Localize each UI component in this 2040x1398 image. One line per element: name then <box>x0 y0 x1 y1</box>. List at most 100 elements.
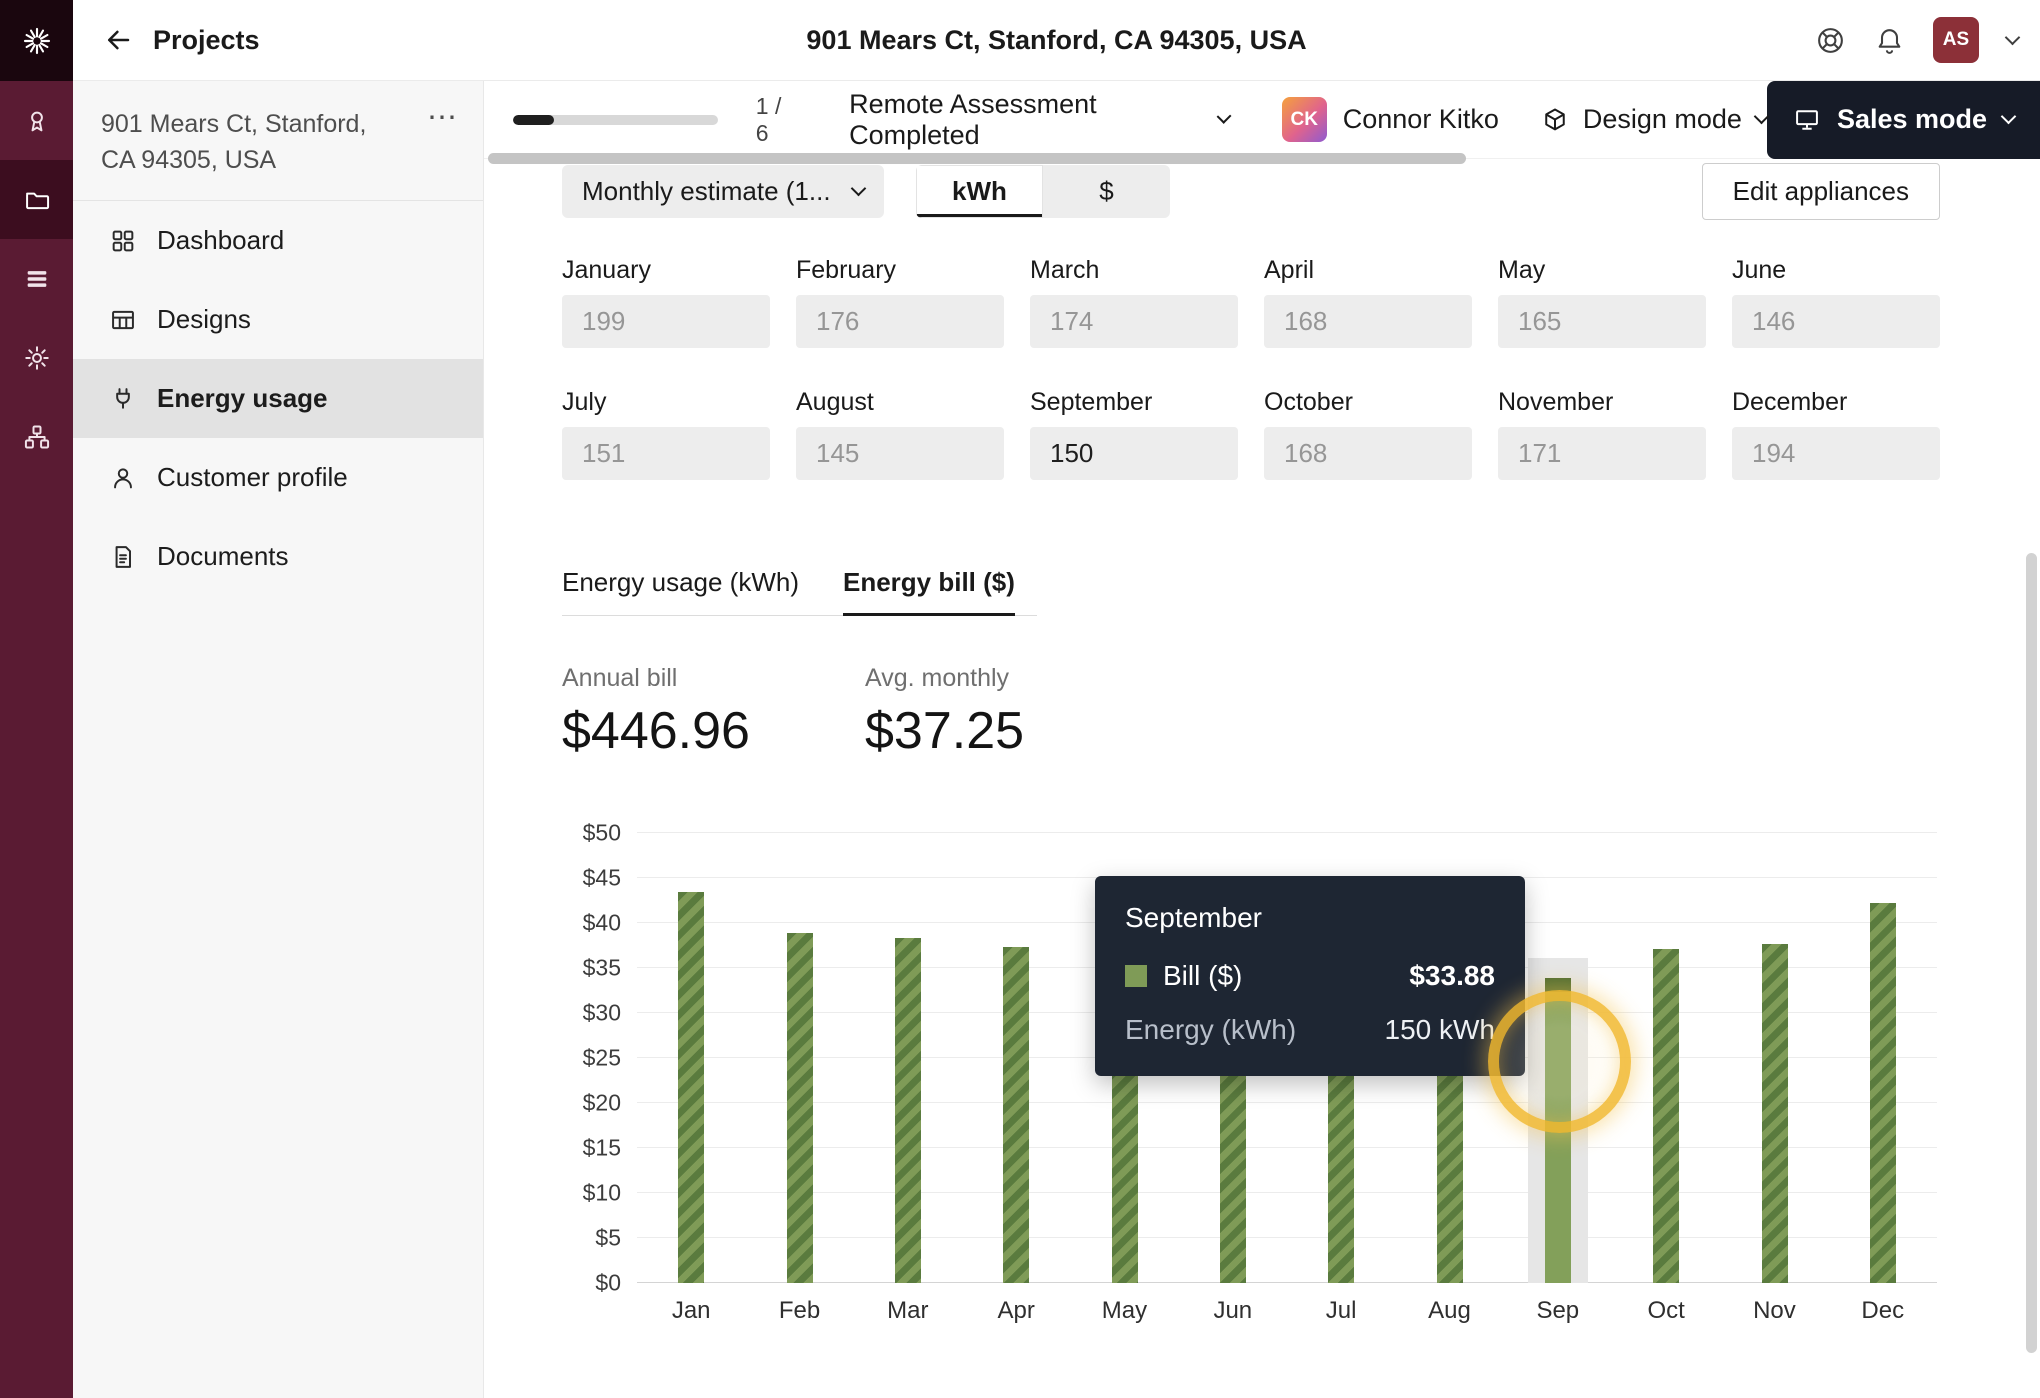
month-input-april[interactable]: 168 <box>1264 295 1472 348</box>
sidebar-item-energy-usage[interactable]: Energy usage <box>73 359 483 438</box>
month-cell: September 150 <box>1030 388 1238 480</box>
sidebar-item-label: Designs <box>157 304 251 335</box>
chevron-down-icon[interactable] <box>2005 29 2021 45</box>
month-label: August <box>796 388 1004 417</box>
user-avatar[interactable]: AS <box>1933 17 1979 63</box>
tooltip-month: September <box>1125 902 1495 934</box>
unit-toggle-dollar[interactable]: $ <box>1043 165 1170 218</box>
y-axis-label: $10 <box>546 1180 621 1207</box>
x-axis-label: May <box>1070 1297 1178 1325</box>
month-label: May <box>1498 256 1706 285</box>
bar-mar[interactable] <box>895 938 921 1283</box>
month-cell: May 165 <box>1498 256 1706 348</box>
x-axis-label: Feb <box>745 1297 853 1325</box>
y-axis-label: $45 <box>546 865 621 892</box>
logo-icon[interactable] <box>0 0 73 81</box>
x-axis-label: Jan <box>637 1297 745 1325</box>
design-mode-selector[interactable]: Design mode <box>1541 104 1767 135</box>
tab-energy-bill[interactable]: Energy bill ($) <box>843 567 1015 615</box>
x-axis-label: Aug <box>1395 1297 1503 1325</box>
month-input-october[interactable]: 168 <box>1264 427 1472 480</box>
list-icon[interactable] <box>0 239 73 318</box>
month-label: June <box>1732 256 1940 285</box>
bar-jan[interactable] <box>678 892 704 1283</box>
sidebar-item-customer-profile[interactable]: Customer profile <box>73 438 483 517</box>
month-label: September <box>1030 388 1238 417</box>
y-axis-label: $30 <box>546 1000 621 1027</box>
month-label: January <box>562 256 770 285</box>
bar-feb[interactable] <box>787 933 813 1283</box>
bar-oct[interactable] <box>1653 949 1679 1283</box>
x-axis-label: Mar <box>854 1297 962 1325</box>
assessment-header: 1 / 6 Remote Assessment Completed CK Con… <box>484 81 2040 159</box>
chevron-down-icon <box>2001 109 2017 125</box>
bell-icon[interactable] <box>1874 25 1905 56</box>
sidebar-item-designs[interactable]: Designs <box>73 280 483 359</box>
unit-toggle-kwh[interactable]: kWh <box>916 165 1043 218</box>
month-input-july[interactable]: 151 <box>562 427 770 480</box>
month-input-june[interactable]: 146 <box>1732 295 1940 348</box>
month-input-may[interactable]: 165 <box>1498 295 1706 348</box>
edit-appliances-button[interactable]: Edit appliances <box>1702 163 1940 220</box>
assignee-name: Connor Kitko <box>1343 104 1499 135</box>
gridline <box>637 1192 1937 1193</box>
horizontal-scrollbar[interactable] <box>488 153 1466 164</box>
gear-icon[interactable] <box>0 318 73 397</box>
estimate-type-dropdown[interactable]: Monthly estimate (1... <box>562 165 884 218</box>
month-cell: August 145 <box>796 388 1004 480</box>
badge-icon[interactable] <box>0 81 73 160</box>
month-input-january[interactable]: 199 <box>562 295 770 348</box>
vertical-scrollbar[interactable] <box>2026 553 2037 1353</box>
sales-mode-button[interactable]: Sales mode <box>1767 81 2040 159</box>
folder-icon[interactable] <box>0 160 73 239</box>
chevron-down-icon <box>851 181 867 197</box>
bill-summary: Annual bill $446.96 Avg. monthly $37.25 <box>562 664 1940 761</box>
bar-apr[interactable] <box>1003 947 1029 1283</box>
sidebar-item-label: Dashboard <box>157 225 284 256</box>
status-dropdown[interactable]: Remote Assessment Completed <box>849 89 1230 151</box>
gridline <box>637 832 1937 833</box>
month-cell: July151 <box>562 388 770 480</box>
month-input-december[interactable]: 194 <box>1732 427 1940 480</box>
bar-dec[interactable] <box>1870 903 1896 1283</box>
sidebar-item-label: Documents <box>157 541 289 572</box>
month-input-november[interactable]: 171 <box>1498 427 1706 480</box>
assignee-avatar[interactable]: CK <box>1282 97 1327 142</box>
month-input-february[interactable]: 176 <box>796 295 1004 348</box>
month-label: February <box>796 256 1004 285</box>
monitor-icon <box>1793 106 1821 134</box>
bar-nov[interactable] <box>1762 944 1788 1283</box>
sitemap-icon[interactable] <box>0 397 73 476</box>
icon-rail <box>0 0 73 1398</box>
sales-mode-label: Sales mode <box>1837 104 1987 135</box>
projects-label[interactable]: Projects <box>153 25 260 56</box>
energy-bill-chart: September Bill ($) $33.88 Energy (kWh) 1… <box>562 833 1940 1325</box>
tooltip-energy-label: Energy (kWh) <box>1125 1014 1296 1046</box>
y-axis-label: $5 <box>546 1225 621 1252</box>
y-axis-label: $50 <box>546 820 621 847</box>
month-cell: January 199 <box>562 256 770 348</box>
month-cell: November 171 <box>1498 388 1706 480</box>
month-input-august[interactable]: 145 <box>796 427 1004 480</box>
main-panel: 1 / 6 Remote Assessment Completed CK Con… <box>484 81 2040 1398</box>
more-options-button[interactable]: ⋯ <box>427 106 457 178</box>
avg-monthly-value: $37.25 <box>865 701 1024 761</box>
sidebar-item-dashboard[interactable]: Dashboard <box>73 201 483 280</box>
month-label: November <box>1498 388 1706 417</box>
gridline <box>637 1237 1937 1238</box>
month-input-march[interactable]: 174 <box>1030 295 1238 348</box>
sidebar-item-documents[interactable]: Documents <box>73 517 483 596</box>
month-input-september[interactable]: 150 <box>1030 427 1238 480</box>
monthly-estimates-grid: January199February176March174April168May… <box>562 256 1940 480</box>
tab-energy-usage-kwh[interactable]: Energy usage (kWh) <box>562 567 799 615</box>
table-icon <box>109 306 137 334</box>
help-icon[interactable] <box>1815 25 1846 56</box>
design-mode-label: Design mode <box>1583 104 1742 135</box>
project-address: 901 Mears Ct, Stanford, CA 94305, USA <box>101 106 366 178</box>
bar-sep[interactable] <box>1545 978 1571 1283</box>
x-axis-label: Sep <box>1504 1297 1612 1325</box>
back-icon[interactable] <box>103 25 133 55</box>
person-icon <box>109 464 137 492</box>
top-bar: Projects 901 Mears Ct, Stanford, CA 9430… <box>73 0 2040 81</box>
plug-icon <box>109 385 137 413</box>
